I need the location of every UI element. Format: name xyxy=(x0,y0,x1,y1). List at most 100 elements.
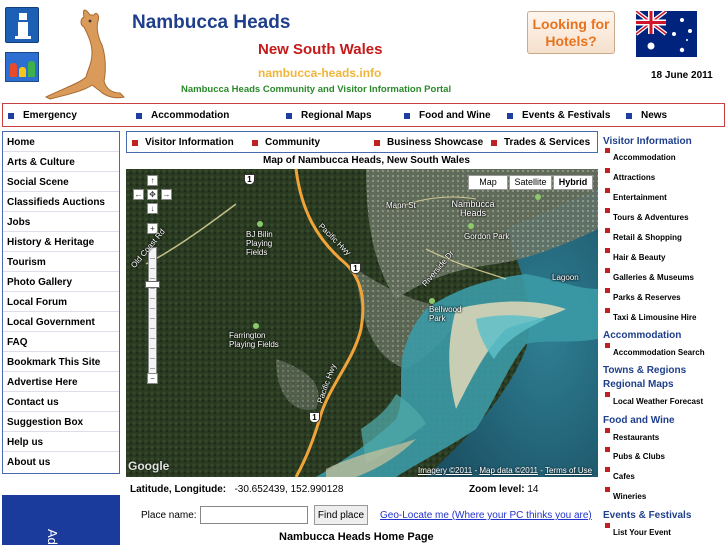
hotels-button-label: Looking for Hotels? xyxy=(532,16,610,49)
zoom-level-value: 14 xyxy=(527,484,539,495)
right-heading-accommodation[interactable]: Accommodation xyxy=(603,330,681,341)
left-nav-photo-gallery[interactable]: Photo Gallery xyxy=(7,277,72,288)
terms-of-use-link[interactable]: Terms of Use xyxy=(545,466,592,475)
map-attribution: Imagery ©2011 - Map data ©2011 - Terms o… xyxy=(418,466,593,475)
advert-text: Ad xyxy=(45,529,60,545)
label-mann-st: Mann St xyxy=(386,201,416,210)
google-logo[interactable]: Google xyxy=(128,459,169,473)
right-heading-food-wine[interactable]: Food and Wine xyxy=(603,415,675,426)
right-link-wineries[interactable]: Wineries xyxy=(605,487,646,501)
coordinates-readout: Latitude, Longitude: -30.652439, 152.990… xyxy=(130,484,343,495)
right-heading-visitor-info[interactable]: Visitor Information xyxy=(603,136,692,147)
family-icon[interactable] xyxy=(5,52,39,82)
map-title: Map of Nambucca Heads, New South Wales xyxy=(263,155,470,166)
top-nav-events[interactable]: Events & Festivals xyxy=(507,110,610,121)
left-nav-home[interactable]: Home xyxy=(7,137,35,148)
left-nav-tourism[interactable]: Tourism xyxy=(7,257,46,268)
route-1-shield-icon: 1 xyxy=(244,174,255,185)
zoom-level-label: Zoom level: xyxy=(469,484,525,495)
zoom-out-icon[interactable]: − xyxy=(147,373,158,384)
right-link-taxi[interactable]: Taxi & Limousine Hire xyxy=(605,308,696,322)
sub-nav-trades[interactable]: Trades & Services xyxy=(491,137,590,148)
tagline: Nambucca Heads Community and Visitor Inf… xyxy=(181,84,452,95)
left-nav-history[interactable]: History & Heritage xyxy=(7,237,94,248)
left-nav-jobs[interactable]: Jobs xyxy=(7,217,30,228)
route-1-shield-icon: 1 xyxy=(309,412,320,423)
right-heading-regional-maps[interactable]: Regional Maps xyxy=(603,379,674,390)
kangaroo-logo xyxy=(44,9,125,100)
right-link-entertainment[interactable]: Entertainment xyxy=(605,188,667,202)
right-link-restaurants[interactable]: Restaurants xyxy=(605,428,659,442)
right-heading-events[interactable]: Events & Festivals xyxy=(603,510,691,521)
coordinates-label: Latitude, Longitude: xyxy=(130,484,227,495)
map-data-credit-link[interactable]: Map data ©2011 xyxy=(479,466,538,475)
current-date: 18 June 2011 xyxy=(651,70,713,81)
right-link-cafes[interactable]: Cafes xyxy=(605,467,635,481)
zoom-slider-thumb[interactable] xyxy=(145,281,160,288)
left-nav-arts[interactable]: Arts & Culture xyxy=(7,157,75,168)
top-nav-emergency[interactable]: Emergency xyxy=(8,110,77,121)
map-type-map[interactable]: Map xyxy=(468,175,508,190)
top-nav-news[interactable]: News xyxy=(626,110,667,121)
route-1-shield-icon: 1 xyxy=(350,263,361,274)
right-link-pubs[interactable]: Pubs & Clubs xyxy=(605,447,665,461)
top-nav-food-and-wine[interactable]: Food and Wine xyxy=(404,110,491,121)
pan-up-icon[interactable]: ↑ xyxy=(147,175,158,186)
right-link-list-event[interactable]: List Your Event xyxy=(605,523,671,537)
state-subtitle: New South Wales xyxy=(258,41,383,58)
domain-text: nambucca-heads.info xyxy=(258,66,382,80)
hotels-button[interactable]: Looking for Hotels? xyxy=(527,11,615,54)
right-link-retail[interactable]: Retail & Shopping xyxy=(605,228,682,242)
pan-left-icon[interactable]: ← xyxy=(133,189,144,200)
label-gordon-park: Gordon Park xyxy=(464,232,510,241)
label-lagoon: Lagoon xyxy=(552,273,579,282)
right-link-hair-beauty[interactable]: Hair & Beauty xyxy=(605,248,665,262)
zoom-slider[interactable] xyxy=(148,247,157,375)
home-page-heading: Nambucca Heads Home Page xyxy=(279,531,434,543)
sub-nav: Visitor Information Community Business S… xyxy=(126,131,598,153)
top-nav: Emergency Accommodation Regional Maps Fo… xyxy=(2,103,725,127)
top-nav-regional-maps[interactable]: Regional Maps xyxy=(286,110,372,121)
right-heading-towns[interactable]: Towns & Regions xyxy=(603,365,686,376)
left-nav-advertise[interactable]: Advertise Here xyxy=(7,377,78,388)
info-icon[interactable] xyxy=(5,7,39,43)
map-type-hybrid[interactable]: Hybrid xyxy=(553,175,593,190)
left-nav-contact[interactable]: Contact us xyxy=(7,397,59,408)
left-nav-faq[interactable]: FAQ xyxy=(7,337,28,348)
left-nav-about[interactable]: About us xyxy=(7,457,50,468)
right-link-accommodation-search[interactable]: Accommodation Search xyxy=(605,343,705,357)
right-link-accommodation[interactable]: Accommodation xyxy=(605,148,676,162)
top-nav-accommodation[interactable]: Accommodation xyxy=(136,110,229,121)
left-nav-suggestion[interactable]: Suggestion Box xyxy=(7,417,83,428)
satellite-map[interactable]: Map Satellite Hybrid ↑ ← ✥ → ↓ + − Nambu… xyxy=(126,169,598,477)
map-type-satellite[interactable]: Satellite xyxy=(509,175,552,190)
left-nav-bookmark[interactable]: Bookmark This Site xyxy=(7,357,100,368)
pan-reset-icon[interactable]: ✥ xyxy=(147,189,158,200)
place-name-input[interactable] xyxy=(200,506,308,524)
left-nav-forum[interactable]: Local Forum xyxy=(7,297,67,308)
side-advert[interactable]: Ad xyxy=(2,495,120,545)
right-link-tours[interactable]: Tours & Adventures xyxy=(605,208,689,222)
left-nav-social[interactable]: Social Scene xyxy=(7,177,69,188)
label-nambucca-heads: Nambucca Heads xyxy=(451,199,495,218)
sub-nav-community[interactable]: Community xyxy=(252,137,320,148)
left-nav: Home Arts & Culture Social Scene Classif… xyxy=(2,131,120,474)
left-nav-local-government[interactable]: Local Government xyxy=(7,317,95,328)
right-link-galleries[interactable]: Galleries & Museums xyxy=(605,268,694,282)
right-link-attractions[interactable]: Attractions xyxy=(605,168,655,182)
sub-nav-business[interactable]: Business Showcase xyxy=(374,137,483,148)
right-link-parks[interactable]: Parks & Reserves xyxy=(605,288,681,302)
imagery-credit-link[interactable]: Imagery ©2011 xyxy=(418,466,472,475)
sub-nav-visitor-info[interactable]: Visitor Information xyxy=(132,137,234,148)
left-nav-classifieds[interactable]: Classifieds Auctions xyxy=(7,197,105,208)
label-bellwood-park: Bellwood Park xyxy=(429,305,462,323)
label-bj-bilin: BJ Bilin Playing Fields xyxy=(246,230,273,257)
geo-locate-link[interactable]: Geo-Locate me (Where your PC thinks you … xyxy=(380,510,592,521)
right-link-weather[interactable]: Local Weather Forecast xyxy=(605,392,703,406)
find-place-button[interactable]: Find place xyxy=(314,505,368,525)
pan-down-icon[interactable]: ↓ xyxy=(147,203,158,214)
pan-right-icon[interactable]: → xyxy=(161,189,172,200)
map-imagery xyxy=(126,169,598,477)
site-title[interactable]: Nambucca Heads xyxy=(132,12,290,34)
left-nav-help[interactable]: Help us xyxy=(7,437,43,448)
